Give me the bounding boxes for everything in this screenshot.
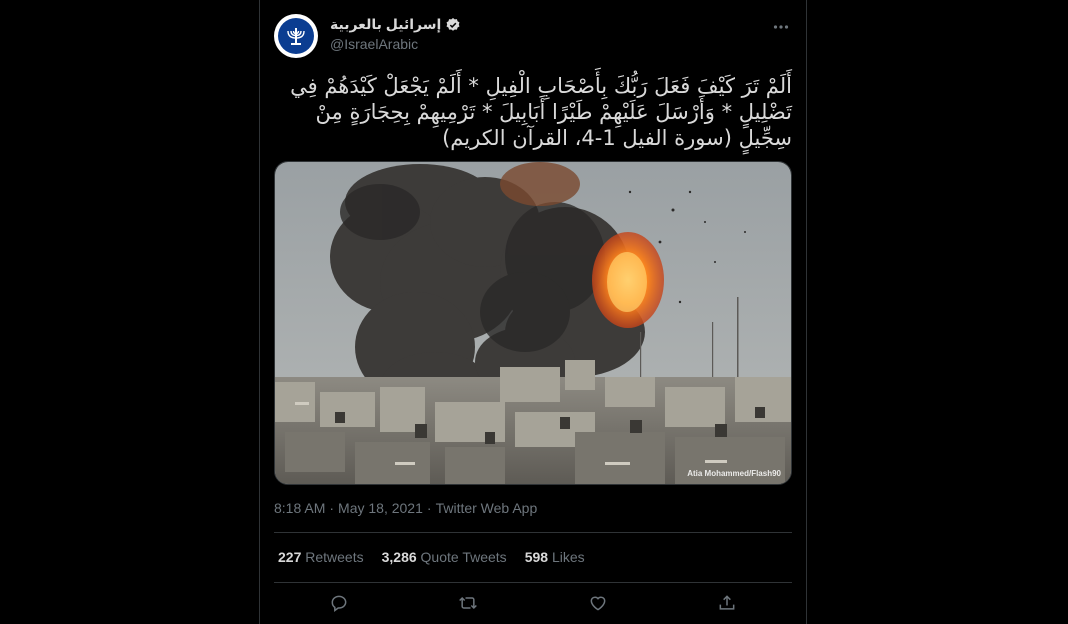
likes-label: Likes xyxy=(551,549,585,565)
menorah-emblem-icon xyxy=(278,18,314,54)
tweet-stats: 227 Retweets 3,286 Quote Tweets 598 Like… xyxy=(278,549,585,565)
retweets-label: Retweets xyxy=(305,549,364,565)
share-icon[interactable] xyxy=(712,588,742,618)
likes-stat[interactable]: 598 Likes xyxy=(525,549,585,565)
tweet-text: أَلَمْ تَرَ كَيْفَ فَعَلَ رَبُّكَ بِأَصْ… xyxy=(274,73,792,151)
retweets-stat[interactable]: 227 Retweets xyxy=(278,549,364,565)
verified-badge-icon xyxy=(445,17,461,33)
like-icon[interactable] xyxy=(583,588,613,618)
tweet-text-line: سِجِّيلٍ (سورة الفيل 1-4، القرآن الكريم) xyxy=(442,126,792,150)
quote-tweets-stat[interactable]: 3,286 Quote Tweets xyxy=(382,549,507,565)
timestamp-separator: · xyxy=(329,500,335,516)
tweet-text-line: أَلَمْ تَرَ كَيْفَ فَعَلَ رَبُّكَ بِأَصْ… xyxy=(290,74,792,98)
tweet-card: إسرائيل بالعربية @IsraelArabic أَلَمْ تَ… xyxy=(259,0,807,624)
likes-count: 598 xyxy=(524,549,549,565)
photo-credit: Atia Mohammed/Flash90 xyxy=(687,469,781,478)
quote-tweets-count: 3,286 xyxy=(381,549,417,565)
retweet-icon[interactable] xyxy=(453,588,483,618)
handle[interactable]: @IsraelArabic xyxy=(330,36,630,52)
tweet-source[interactable]: Twitter Web App xyxy=(436,500,538,516)
tweet-timestamp: 8:18 AM · May 18, 2021 · Twitter Web App xyxy=(274,500,537,516)
timestamp-separator: · xyxy=(426,500,432,516)
display-name[interactable]: إسرائيل بالعربية xyxy=(330,16,441,33)
tweet-time[interactable]: 8:18 AM xyxy=(274,500,325,516)
divider xyxy=(274,532,792,533)
avatar[interactable] xyxy=(274,14,318,58)
more-options-icon[interactable] xyxy=(770,16,792,38)
tweet-actions xyxy=(274,588,792,618)
tweet-text-line: تَضْلِيلٍ * وَأَرْسَلَ عَلَيْهِمْ طَيْرً… xyxy=(315,100,792,124)
retweets-count: 227 xyxy=(278,549,302,565)
reply-icon[interactable] xyxy=(324,588,354,618)
divider xyxy=(274,582,792,583)
tweet-date[interactable]: May 18, 2021 xyxy=(338,500,423,516)
tweet-author: إسرائيل بالعربية @IsraelArabic xyxy=(330,16,630,52)
quote-tweets-label: Quote Tweets xyxy=(420,549,507,565)
tweet-photo[interactable]: Atia Mohammed/Flash90 xyxy=(274,161,792,485)
